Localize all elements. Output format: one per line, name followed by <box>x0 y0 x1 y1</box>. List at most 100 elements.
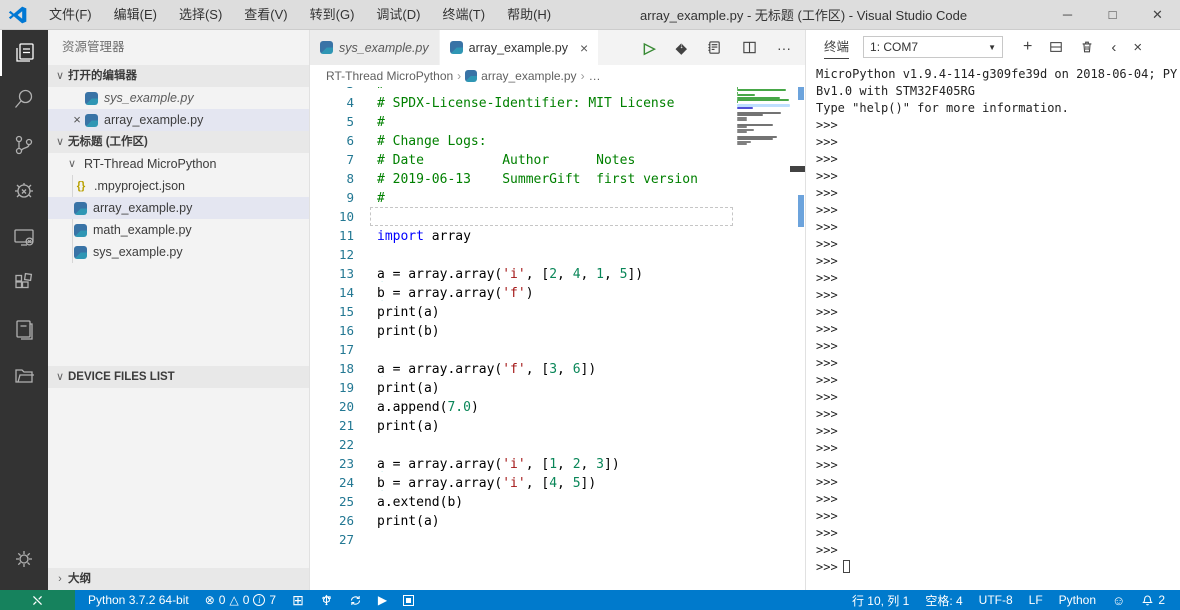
file-math-example[interactable]: math_example.py <box>48 219 309 241</box>
memory-chip-button[interactable] <box>707 40 722 55</box>
code-line-21[interactable]: 21 print(a) <box>310 416 805 435</box>
python-interpreter-status[interactable]: Python 3.7.2 64-bit <box>81 590 196 610</box>
sync-icon[interactable] <box>342 590 369 610</box>
usb-connection-icon[interactable] <box>313 590 340 610</box>
code-line-15[interactable]: 15 print(a) <box>310 302 805 321</box>
terminal-output[interactable]: MicroPython v1.9.4-114-g309fe39d on 2018… <box>806 64 1180 590</box>
file-sys-example[interactable]: sys_example.py <box>48 241 309 263</box>
minimize-icon[interactable]: ─ <box>1045 0 1090 29</box>
remote-indicator[interactable] <box>0 590 75 610</box>
add-board-icon[interactable]: ⊞ <box>285 590 311 610</box>
more-actions-button[interactable]: ··· <box>777 40 791 56</box>
split-editor-button[interactable] <box>742 40 757 55</box>
minimap-line <box>737 89 787 92</box>
close-tab-icon[interactable]: × <box>580 40 588 56</box>
code-line-17[interactable]: 17 <box>310 340 805 359</box>
download-to-device-button[interactable]: ◆ ↓ <box>675 39 687 57</box>
menu-go[interactable]: 转到(G) <box>299 0 366 29</box>
close-editor-icon[interactable]: × <box>70 109 84 131</box>
line-number: 23 <box>338 456 354 471</box>
language-mode-status[interactable]: Python <box>1052 590 1103 610</box>
section-outline[interactable]: › 大纲 <box>48 568 309 590</box>
menu-help[interactable]: 帮助(H) <box>496 0 562 29</box>
code-editor[interactable]: 3#4# SPDX-License-Identifier: MIT Licens… <box>310 87 805 590</box>
code-line-5[interactable]: 5 # <box>310 112 805 131</box>
tab-array-example[interactable]: array_example.py × <box>439 30 600 65</box>
problems-status[interactable]: ⊗ 0 △ 0 i7 <box>198 590 283 610</box>
menu-selection[interactable]: 选择(S) <box>168 0 233 29</box>
code-line-6[interactable]: 6 # Change Logs: <box>310 131 805 150</box>
menu-edit[interactable]: 编辑(E) <box>103 0 168 29</box>
code-line-8[interactable]: 8 # 2019-06-13 SummerGift first version <box>310 169 805 188</box>
code-line-16[interactable]: 16 print(b) <box>310 321 805 340</box>
code-line-13[interactable]: 13 a = array.array('i', [2, 4, 1, 5]) <box>310 264 805 283</box>
stop-program-icon[interactable] <box>396 590 421 610</box>
menu-debug[interactable]: 调试(D) <box>365 0 431 29</box>
tab-sys-example[interactable]: sys_example.py <box>310 30 440 65</box>
code-line-26[interactable]: 26 print(a) <box>310 511 805 530</box>
kill-terminal-trash-icon[interactable] <box>1080 40 1094 54</box>
debug-icon[interactable] <box>0 168 48 214</box>
open-editor-array-example[interactable]: × array_example.py <box>48 109 309 131</box>
search-icon[interactable] <box>0 76 48 122</box>
terminal-prompt-line: >>> <box>816 543 838 557</box>
file-name: array_example.py <box>93 201 193 215</box>
code-line-4[interactable]: 4 # SPDX-License-Identifier: MIT License <box>310 93 805 112</box>
settings-gear-icon[interactable] <box>0 536 48 582</box>
project-notebook-icon[interactable] <box>0 306 48 352</box>
menu-view[interactable]: 查看(V) <box>233 0 298 29</box>
cursor-position-status[interactable]: 行 10, 列 1 <box>845 590 916 610</box>
code-line-27[interactable]: 27 <box>310 530 805 549</box>
code-line-12[interactable]: 12 <box>310 245 805 264</box>
source-control-icon[interactable] <box>0 122 48 168</box>
terminal-selector-dropdown[interactable]: 1: COM7 ▼ <box>863 36 1004 58</box>
code-line-25[interactable]: 25 a.extend(b) <box>310 492 805 511</box>
code-line-14[interactable]: 14 b = array.array('f') <box>310 283 805 302</box>
menu-terminal[interactable]: 终端(T) <box>431 0 496 29</box>
new-terminal-icon[interactable]: + <box>1023 38 1032 56</box>
eol-status[interactable]: LF <box>1022 590 1050 610</box>
section-device-files[interactable]: ∨ DEVICE FILES LIST <box>48 366 309 388</box>
code-line-11[interactable]: 11 import array <box>310 226 805 245</box>
breadcrumb-folder[interactable]: RT-Thread MicroPython <box>326 69 453 83</box>
run-file-button[interactable]: ▷ <box>644 39 656 57</box>
code-line-18[interactable]: 18 a = array.array('f', [3, 6]) <box>310 359 805 378</box>
file-mpyproject-json[interactable]: {} .mpyproject.json <box>48 175 309 197</box>
device-folder-icon[interactable] <box>0 352 48 398</box>
encoding-status[interactable]: UTF-8 <box>972 590 1020 610</box>
open-editor-sys-example[interactable]: sys_example.py <box>48 87 309 109</box>
code-line-10[interactable]: 10 <box>310 207 805 226</box>
notifications-bell[interactable]: 2 <box>1134 590 1172 610</box>
remote-device-icon[interactable] <box>0 214 48 260</box>
folder-rt-thread-micropython[interactable]: ∨ RT-Thread MicroPython <box>48 153 309 175</box>
code-line-23[interactable]: 23 a = array.array('i', [1, 2, 3]) <box>310 454 805 473</box>
split-terminal-icon[interactable] <box>1049 40 1063 54</box>
line-number: 21 <box>338 418 354 433</box>
minimap[interactable] <box>735 87 790 247</box>
code-line-22[interactable]: 22 <box>310 435 805 454</box>
section-open-editors[interactable]: ∨ 打开的编辑器 <box>48 65 309 87</box>
explorer-icon[interactable] <box>0 30 48 76</box>
feedback-smiley-icon[interactable]: ☺ <box>1105 590 1132 610</box>
section-workspace[interactable]: ∨ 无标题 (工作区) <box>48 131 309 153</box>
file-array-example[interactable]: array_example.py <box>48 197 309 219</box>
code-line-7[interactable]: 7 # Date Author Notes <box>310 150 805 169</box>
extensions-icon[interactable] <box>0 260 48 306</box>
editor-actions: ▷ ◆ ↓ ··· <box>599 30 805 65</box>
close-icon[interactable]: ✕ <box>1135 0 1180 29</box>
code-line-9[interactable]: 9 # <box>310 188 805 207</box>
breadcrumb-file[interactable]: array_example.py <box>481 69 576 83</box>
chevron-left-icon[interactable]: ‹ <box>1111 39 1116 56</box>
tab-terminal[interactable]: 终端 <box>824 36 850 59</box>
breadcrumb-symbol[interactable]: … <box>589 69 601 83</box>
code-line-20[interactable]: 20 a.append(7.0) <box>310 397 805 416</box>
code-line-24[interactable]: 24 b = array.array('i', [4, 5]) <box>310 473 805 492</box>
run-program-icon[interactable]: ▶ <box>371 590 394 610</box>
close-panel-icon[interactable]: × <box>1133 39 1142 56</box>
menu-file[interactable]: 文件(F) <box>38 0 103 29</box>
indentation-status[interactable]: 空格: 4 <box>918 590 969 610</box>
overview-ruler-scrollbar[interactable] <box>790 87 805 590</box>
maximize-icon[interactable]: □ <box>1090 0 1135 29</box>
code-line-19[interactable]: 19 print(a) <box>310 378 805 397</box>
